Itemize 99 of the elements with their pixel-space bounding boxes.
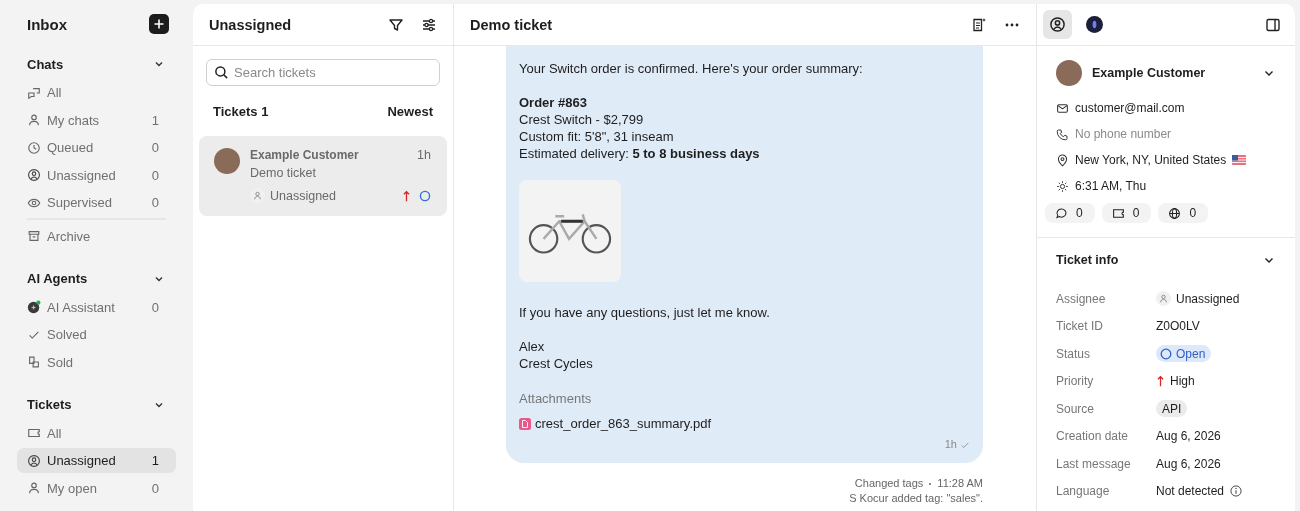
sidebar-item[interactable]: Queued 0 [17, 135, 176, 160]
field-value: Not detected [1156, 484, 1225, 499]
field-label: Ticket ID [1056, 319, 1104, 334]
customer-location: New York, NY, United States [1075, 153, 1227, 167]
customer-name: Example Customer [1092, 66, 1207, 80]
ticket-count: Tickets 1 [213, 103, 269, 119]
plus-icon [153, 18, 165, 30]
order-line: Crest Switch - $2,799 [519, 111, 645, 128]
message-time: 1h [944, 437, 957, 452]
person-circle-icon [27, 168, 41, 182]
field-value: High [1170, 374, 1195, 389]
speech-bubble-icon [1055, 206, 1068, 220]
field-label: Priority [1056, 374, 1095, 389]
filter-icon[interactable] [388, 16, 404, 33]
message-text: Your Switch order is confirmed. Here's your order summary: [519, 60, 864, 77]
attachments-label: Attachments [519, 390, 593, 407]
event-title: Changed tags [854, 476, 924, 491]
customer-phone: No phone number [1075, 127, 1172, 141]
chat-bubbles-icon [27, 85, 41, 100]
avatar [214, 148, 240, 174]
globe-icon [1168, 206, 1182, 220]
phone-icon [1056, 127, 1069, 141]
panel-title: Unassigned [209, 16, 292, 33]
person-circle-icon [1049, 16, 1066, 33]
field-label: Last message [1056, 456, 1132, 471]
conversation-title: Demo ticket [470, 16, 553, 33]
ticket-time: 1h [417, 148, 431, 162]
customer-email: customer@mail.com [1075, 101, 1185, 115]
order-title: Order #863 [519, 94, 588, 111]
section-heading: AI Agents [27, 271, 88, 286]
person-icon [27, 481, 41, 495]
pdf-file-icon [519, 417, 531, 430]
flag-icon [1232, 155, 1247, 165]
event-time: 11:28 AM [937, 476, 983, 491]
field-label: Source [1056, 401, 1096, 416]
field-value: Unassigned [1176, 291, 1240, 306]
archive-box-icon [27, 229, 41, 243]
info-icon[interactable] [1229, 484, 1244, 499]
source-tag: API [1156, 400, 1188, 418]
clock-icon [27, 140, 41, 155]
sidebar-item[interactable]: My chats 1 [17, 107, 176, 133]
section-heading: Ticket info [1056, 253, 1119, 267]
field-label: Creation date [1056, 429, 1130, 444]
field-value: Aug 6, 2026 [1156, 429, 1221, 444]
sidebar-item[interactable]: AI Assistant 0 [17, 294, 176, 320]
sidebar-item[interactable]: All [17, 420, 176, 446]
sidebar-item[interactable]: Unassigned 0 [17, 162, 176, 188]
search-field[interactable]: Search tickets [206, 59, 440, 86]
search-icon [214, 65, 229, 80]
tickets-counter[interactable]: 0 [1101, 203, 1152, 223]
order-line: Estimated delivery: 5 to 8 business days [519, 145, 761, 162]
circle-icon [1160, 347, 1172, 360]
field-value: Z0O0LV [1156, 319, 1200, 334]
sidebar-item[interactable]: Solved [17, 322, 176, 347]
note-sparkle-icon[interactable] [971, 16, 987, 33]
person-circle-icon [27, 453, 41, 468]
message-text: If you have any questions, just let me know. [519, 304, 771, 321]
event-detail: S Kocur added tag: "sales". [849, 491, 983, 506]
coins-icon [27, 355, 41, 369]
visits-counter[interactable]: 0 [1158, 203, 1209, 223]
orb-icon [1086, 16, 1103, 33]
signature-line: Alex [519, 338, 546, 355]
section-heading: Tickets [27, 397, 72, 412]
arrow-up-icon [1156, 375, 1165, 388]
customer-local-time: 6:31 AM, Thu [1075, 179, 1147, 193]
attachment-link[interactable]: crest_order_863_summary.pdf [519, 415, 970, 432]
ticket-icon [27, 426, 41, 440]
assignee-name: Unassigned [270, 188, 336, 203]
ticket-icon [1111, 206, 1125, 220]
field-label: Language [1056, 484, 1111, 499]
location-pin-icon [1056, 153, 1069, 167]
sidebar-item[interactable]: Unassigned 1 [17, 448, 176, 473]
signature-line: Crest Cycles [519, 355, 594, 372]
order-line: Custom fit: 5'8", 31 inseam [519, 128, 675, 145]
sun-icon [1056, 179, 1069, 193]
contact-tab[interactable] [1043, 10, 1072, 39]
status-badge[interactable]: Open [1156, 345, 1212, 363]
inbox-title: Inbox [27, 15, 67, 33]
avatar [1056, 60, 1082, 86]
envelope-icon [1056, 101, 1069, 115]
person-icon [1156, 291, 1171, 307]
sidebar-item[interactable]: Archive [17, 223, 176, 249]
field-label: Assignee [1056, 291, 1107, 306]
field-value: Aug 6, 2026 [1156, 456, 1221, 471]
sidebar-item[interactable]: Supervised 0 [17, 190, 176, 215]
person-icon [27, 113, 41, 127]
sidebar-item[interactable]: My open 0 [17, 475, 176, 501]
customer-name: Example Customer [250, 148, 359, 162]
chats-counter[interactable]: 0 [1045, 203, 1095, 223]
sidebar-item[interactable]: All [17, 80, 176, 105]
section-heading: Chats [27, 56, 64, 72]
ticket-card[interactable]: Example Customer 1h Demo ticket Unassigned [199, 136, 447, 216]
ticket-subject: Demo ticket [250, 166, 317, 180]
sidebar-toggle-icon[interactable] [1265, 16, 1281, 33]
sliders-icon[interactable] [421, 16, 437, 33]
field-label: Status [1056, 346, 1092, 361]
sidebar-item[interactable]: Sold [17, 349, 176, 375]
sort-button[interactable]: Newest [387, 103, 433, 119]
new-button[interactable] [149, 14, 169, 34]
